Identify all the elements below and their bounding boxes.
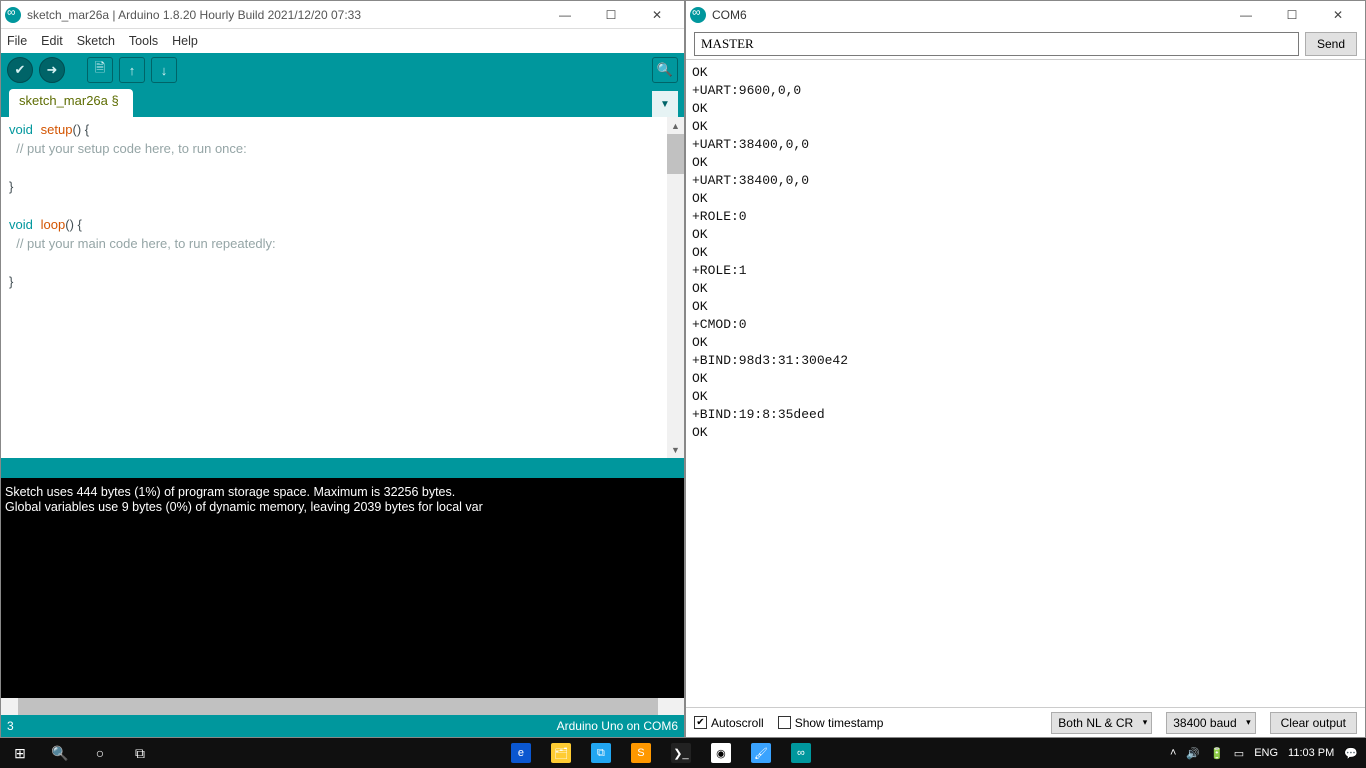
clear-output-button[interactable]: Clear output bbox=[1270, 712, 1357, 734]
serial-monitor-button[interactable]: 🔍 bbox=[652, 57, 678, 83]
serial-titlebar[interactable]: COM6 — ☐ ✕ bbox=[686, 1, 1365, 29]
console-horizontal-scrollbar[interactable] bbox=[1, 698, 684, 715]
open-sketch-button[interactable]: ↑ bbox=[119, 57, 145, 83]
maximize-button[interactable]: ☐ bbox=[1269, 1, 1315, 29]
menu-sketch[interactable]: Sketch bbox=[77, 34, 115, 48]
taskbar-app-explorer[interactable]: 🗂 bbox=[541, 738, 581, 768]
tray-language[interactable]: ENG bbox=[1254, 747, 1278, 759]
checkbox-unchecked-icon bbox=[778, 716, 791, 729]
menu-help[interactable]: Help bbox=[172, 34, 198, 48]
tab-bar: sketch_mar26a § ▼ bbox=[1, 87, 684, 117]
close-button[interactable]: ✕ bbox=[634, 1, 680, 29]
arduino-ide-window: sketch_mar26a | Arduino 1.8.20 Hourly Bu… bbox=[0, 0, 685, 738]
editor-vertical-scrollbar[interactable]: ▲ ▼ bbox=[667, 117, 684, 458]
line-ending-select[interactable]: Both NL & CR bbox=[1051, 712, 1152, 734]
serial-bottom-bar: ✔ Autoscroll Show timestamp Both NL & CR… bbox=[686, 707, 1365, 737]
ide-toolbar: ✔ ➜ 🗎 ↑ ↓ 🔍 bbox=[1, 53, 684, 87]
scroll-up-icon[interactable]: ▲ bbox=[667, 117, 684, 134]
timestamp-checkbox[interactable]: Show timestamp bbox=[778, 716, 884, 730]
tray-chevron-icon[interactable]: ˄ bbox=[1170, 747, 1176, 759]
close-button[interactable]: ✕ bbox=[1315, 1, 1361, 29]
taskbar-app-sublime[interactable]: S bbox=[621, 738, 661, 768]
code-editor[interactable]: void setup() { // put your setup code he… bbox=[1, 117, 684, 458]
serial-title-text: COM6 bbox=[712, 8, 747, 22]
ide-console[interactable]: Sketch uses 444 bytes (1%) of program st… bbox=[1, 478, 684, 698]
ide-title-text: sketch_mar26a | Arduino 1.8.20 Hourly Bu… bbox=[27, 8, 361, 22]
autoscroll-checkbox[interactable]: ✔ Autoscroll bbox=[694, 716, 764, 730]
cortana-icon[interactable]: ○ bbox=[80, 738, 120, 768]
minimize-button[interactable]: — bbox=[1223, 1, 1269, 29]
tab-menu-button[interactable]: ▼ bbox=[652, 91, 678, 117]
taskbar-app-vscode[interactable]: ⧉ bbox=[581, 738, 621, 768]
taskbar-app-terminal[interactable]: ❯_ bbox=[661, 738, 701, 768]
verify-button[interactable]: ✔ bbox=[7, 57, 33, 83]
checkbox-checked-icon: ✔ bbox=[694, 716, 707, 729]
menu-edit[interactable]: Edit bbox=[41, 34, 63, 48]
serial-output[interactable]: OK +UART:9600,0,0 OK OK +UART:38400,0,0 … bbox=[686, 59, 1365, 707]
ide-titlebar[interactable]: sketch_mar26a | Arduino 1.8.20 Hourly Bu… bbox=[1, 1, 684, 29]
ide-statusbar: 3 Arduino Uno on COM6 bbox=[1, 715, 684, 737]
send-button[interactable]: Send bbox=[1305, 32, 1357, 56]
arduino-logo-icon bbox=[690, 7, 706, 23]
save-sketch-button[interactable]: ↓ bbox=[151, 57, 177, 83]
tray-notifications-icon[interactable]: 💬 bbox=[1344, 747, 1358, 760]
windows-taskbar[interactable]: ⊞ 🔍 ○ ⧉ e 🗂 ⧉ S ❯_ ◉ 🖌 ∞ ˄ 🔊 🔋 ▭ ENG 11:… bbox=[0, 738, 1366, 768]
baud-rate-select[interactable]: 38400 baud bbox=[1166, 712, 1255, 734]
system-tray[interactable]: ˄ 🔊 🔋 ▭ ENG 11:03 PM 💬 bbox=[1162, 747, 1366, 760]
sketch-tab[interactable]: sketch_mar26a § bbox=[9, 89, 133, 117]
serial-monitor-window: COM6 — ☐ ✕ Send OK +UART:9600,0,0 OK OK … bbox=[685, 0, 1366, 738]
taskbar-app-chrome[interactable]: ◉ bbox=[701, 738, 741, 768]
scroll-thumb[interactable] bbox=[667, 134, 684, 174]
maximize-button[interactable]: ☐ bbox=[588, 1, 634, 29]
ide-menubar: File Edit Sketch Tools Help bbox=[1, 29, 684, 53]
serial-input-field[interactable] bbox=[694, 32, 1299, 56]
task-view-icon[interactable]: ⧉ bbox=[120, 738, 160, 768]
tray-network-icon[interactable]: ▭ bbox=[1234, 747, 1244, 760]
tray-volume-icon[interactable]: 🔊 bbox=[1186, 747, 1200, 760]
taskbar-app-edge[interactable]: e bbox=[501, 738, 541, 768]
upload-button[interactable]: ➜ bbox=[39, 57, 65, 83]
taskbar-app-paint[interactable]: 🖌 bbox=[741, 738, 781, 768]
menu-tools[interactable]: Tools bbox=[129, 34, 158, 48]
tray-battery-icon[interactable]: 🔋 bbox=[1210, 747, 1224, 760]
taskbar-app-arduino[interactable]: ∞ bbox=[781, 738, 821, 768]
tray-clock[interactable]: 11:03 PM bbox=[1288, 747, 1334, 759]
minimize-button[interactable]: — bbox=[542, 1, 588, 29]
new-sketch-button[interactable]: 🗎 bbox=[87, 57, 113, 83]
arduino-logo-icon bbox=[5, 7, 21, 23]
code-content[interactable]: void setup() { // put your setup code he… bbox=[1, 117, 284, 458]
start-button[interactable]: ⊞ bbox=[0, 738, 40, 768]
ide-status-divider bbox=[1, 458, 684, 478]
scroll-down-icon[interactable]: ▼ bbox=[667, 441, 684, 458]
search-icon[interactable]: 🔍 bbox=[40, 738, 80, 768]
status-line-number: 3 bbox=[7, 719, 14, 733]
status-board-port: Arduino Uno on COM6 bbox=[557, 719, 678, 733]
serial-input-row: Send bbox=[686, 29, 1365, 59]
menu-file[interactable]: File bbox=[7, 34, 27, 48]
hscroll-thumb[interactable] bbox=[18, 698, 658, 715]
